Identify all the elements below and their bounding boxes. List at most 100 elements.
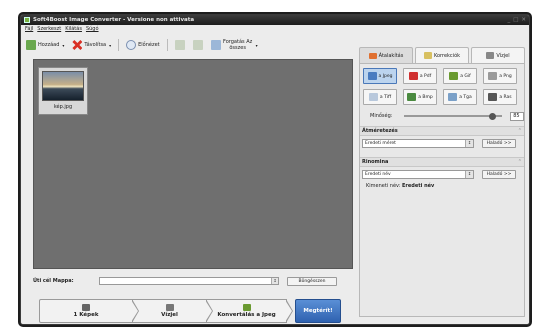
toolbar: Hozzáad ▾ Távolítsa ▾ Előnézet Forgatás … [23, 35, 341, 55]
format-grid: a Jpeg a Pdf a Gif a Png a Tiff a Bmp a … [360, 64, 524, 109]
format-label: a Ras [499, 94, 512, 100]
settings-panel: Átalakítás Korrekciók Vízjel a Jpeg a Pd… [359, 47, 525, 317]
app-icon [24, 17, 30, 23]
quality-slider-handle[interactable] [489, 113, 497, 120]
tab-corrections[interactable]: Korrekciók [415, 47, 469, 63]
output-name-line: Kimeneti név: Eredeti név [360, 182, 524, 190]
remove-button[interactable]: Távolítsa ▾ [69, 38, 114, 52]
format-png-button[interactable]: a Png [483, 68, 517, 84]
rename-section: Rinomina ⌃ Eredeti név ↕ Haladó >> Kimen… [360, 157, 524, 190]
format-jpeg-button[interactable]: a Jpeg [363, 68, 397, 84]
format-label: a Jpeg [378, 73, 393, 79]
output-folder-field[interactable]: ↕ [99, 277, 279, 285]
spin-icon[interactable]: ↕ [271, 278, 278, 284]
rename-header[interactable]: Rinomina ⌃ [360, 157, 524, 167]
menu-file[interactable]: Fájl [25, 26, 33, 32]
preview-button[interactable]: Előnézet [123, 38, 163, 52]
output-folder-label: Úti cél Mappa: [33, 278, 74, 284]
ras-icon [488, 93, 498, 101]
menu-edit[interactable]: Szerkeszt [37, 26, 61, 32]
resize-section: Átméretezés ⌃ Eredeti méret ↕ Haladó >> [360, 126, 524, 151]
menu-view[interactable]: Kilátás [65, 26, 82, 32]
gif-icon [449, 72, 459, 80]
resize-select[interactable]: Eredeti méret ↕ [362, 139, 474, 148]
quality-label: Minőség: [370, 113, 393, 119]
step-convert[interactable]: Konvertálás a Jpeg [207, 299, 293, 323]
collapse-icon[interactable]: ⌃ [518, 159, 522, 165]
chevron-right-icon [131, 299, 139, 323]
format-gif-button[interactable]: a Gif [443, 68, 477, 84]
step-images[interactable]: 1 Képek [39, 299, 139, 323]
rename-select[interactable]: Eredeti név ↕ [362, 170, 474, 179]
bmp-icon [407, 93, 417, 101]
title-bar: Soft4Boost Image Converter - Versione no… [21, 15, 529, 25]
tab-watermark[interactable]: Vízjel [471, 47, 525, 63]
output-folder-row: Úti cél Mappa: ↕ Böngésszen [33, 275, 353, 287]
convert-step-icon [242, 304, 251, 311]
add-icon [26, 40, 36, 50]
remove-icon [72, 40, 83, 50]
output-name-label: Kimeneti név: [366, 183, 401, 189]
format-tiff-button[interactable]: a Tiff [363, 89, 397, 105]
png-icon [488, 72, 498, 80]
maximize-icon[interactable]: □ [513, 17, 518, 23]
step-images-label: 1 Képek [73, 312, 99, 318]
chevron-down-icon: ▾ [62, 42, 65, 48]
resize-header-label: Átméretezés [362, 128, 398, 134]
conversion-tab-body: a Jpeg a Pdf a Gif a Png a Tiff a Bmp a … [359, 63, 525, 317]
workflow-steps: 1 Képek Vízjel Konvertálás a Jpeg Megtér… [39, 299, 349, 324]
jpeg-icon [367, 72, 377, 80]
format-bmp-button[interactable]: a Bmp [403, 89, 437, 105]
collapse-icon[interactable]: ⌃ [518, 128, 522, 134]
format-label: a Tga [459, 94, 472, 100]
format-label: a Tiff [379, 94, 392, 100]
step-watermark-label: Vízjel [161, 312, 178, 318]
settings-tabs: Átalakítás Korrekciók Vízjel [359, 47, 525, 63]
minimize-icon[interactable]: _ [507, 17, 510, 23]
quality-slider[interactable] [404, 113, 503, 120]
step-watermark[interactable]: Vízjel [133, 299, 213, 323]
convert-button[interactable]: Megtérít! [295, 299, 341, 323]
file-thumbnail[interactable]: kép.jpg [38, 67, 88, 115]
window-title: Soft4Boost Image Converter - Versione no… [33, 17, 195, 23]
rotate-left-button[interactable] [172, 38, 188, 52]
quality-value[interactable]: 85 [510, 111, 524, 121]
file-name: kép.jpg [53, 104, 73, 110]
format-pdf-button[interactable]: a Pdf [403, 68, 437, 84]
rotate-right-icon [192, 40, 203, 50]
format-label: a Png [499, 73, 512, 79]
tab-watermark-label: Vízjel [496, 52, 510, 59]
spin-icon[interactable]: ↕ [465, 171, 473, 178]
file-list-panel[interactable]: kép.jpg [33, 59, 353, 269]
close-icon[interactable]: ✕ [521, 17, 526, 23]
spin-icon[interactable]: ↕ [465, 140, 473, 147]
add-button[interactable]: Hozzáad ▾ [23, 38, 67, 52]
tga-icon [448, 93, 458, 101]
chevron-right-icon [205, 299, 213, 323]
rotate-left-icon [174, 40, 185, 50]
rotate-all-button[interactable]: Forgatás Az összes ▾ [208, 37, 261, 53]
tab-conversion-label: Átalakítás [378, 52, 404, 59]
format-label: a Pdf [419, 73, 432, 79]
format-tga-button[interactable]: a Tga [443, 89, 477, 105]
app-window: Soft4Boost Image Converter - Versione no… [20, 14, 530, 325]
tab-corrections-label: Korrekciók [433, 52, 461, 59]
resize-advanced-button[interactable]: Haladó >> [482, 139, 516, 148]
watermark-icon [486, 52, 495, 59]
add-label: Hozzáad [38, 42, 60, 48]
tab-conversion[interactable]: Átalakítás [359, 47, 413, 63]
rotate-right-button[interactable] [190, 38, 206, 52]
format-ras-button[interactable]: a Ras [483, 89, 517, 105]
quality-row: Minőség: 85 [360, 110, 524, 122]
corrections-icon [423, 52, 432, 59]
chevron-down-icon: ▾ [109, 42, 112, 48]
resize-row: Eredeti méret ↕ Haladó >> [360, 136, 524, 151]
resize-header[interactable]: Átméretezés ⌃ [360, 126, 524, 136]
rename-advanced-button[interactable]: Haladó >> [482, 170, 516, 179]
rename-header-label: Rinomina [362, 159, 389, 165]
format-label: a Bmp [418, 94, 433, 100]
browse-button[interactable]: Böngésszen [287, 276, 337, 286]
menu-help[interactable]: Súgó [86, 26, 99, 32]
tiff-icon [368, 93, 378, 101]
images-step-icon [82, 304, 90, 311]
